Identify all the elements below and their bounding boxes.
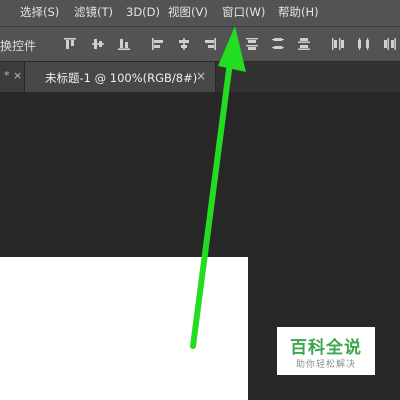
menu-filter[interactable]: 滤镜(T) — [74, 5, 113, 20]
transform-controls-label[interactable]: 换控件 — [0, 37, 36, 54]
distribute-horizontal-centers-icon[interactable] — [356, 36, 372, 52]
menu-window[interactable]: 窗口(W) — [222, 5, 265, 20]
align-horizontal-centers-icon[interactable] — [176, 36, 192, 52]
align-bottom-edges-icon[interactable] — [116, 36, 132, 52]
watermark-title: 百科全说 — [290, 338, 362, 358]
options-bar: 换控件 — [0, 27, 400, 62]
align-left-edges-icon[interactable] — [150, 36, 166, 52]
distribute-bottom-edges-icon[interactable] — [296, 36, 312, 52]
previous-tab-close-button[interactable]: * × — [4, 69, 22, 82]
menu-select[interactable]: 选择(S) — [20, 5, 59, 20]
document-canvas[interactable] — [0, 257, 248, 400]
distribute-left-edges-icon[interactable] — [330, 36, 346, 52]
menu-bar: 选择(S) 滤镜(T) 3D(D) 视图(V) 窗口(W) 帮助(H) — [0, 0, 400, 27]
menu-view[interactable]: 视图(V) — [168, 5, 208, 20]
distribute-vertical-centers-icon[interactable] — [270, 36, 286, 52]
watermark-logo: 百科全说 助你轻松解决 — [277, 327, 375, 375]
document-tab-title: 未标题-1 @ 100%(RGB/8#) — [45, 71, 198, 85]
active-document-tab[interactable]: 未标题-1 @ 100%(RGB/8#) × — [25, 62, 216, 92]
distribute-top-edges-icon[interactable] — [244, 36, 260, 52]
align-right-edges-icon[interactable] — [202, 36, 218, 52]
watermark-subtitle: 助你轻松解决 — [295, 360, 356, 370]
distribute-right-edges-icon[interactable] — [382, 36, 398, 52]
previous-document-tab[interactable]: * × — [0, 62, 25, 92]
tab-close-button[interactable]: × — [196, 69, 206, 83]
menu-help[interactable]: 帮助(H) — [278, 5, 319, 20]
align-vertical-centers-icon[interactable] — [90, 36, 106, 52]
menu-3d[interactable]: 3D(D) — [126, 5, 160, 20]
document-tab-bar: * × 未标题-1 @ 100%(RGB/8#) × — [0, 62, 400, 92]
align-top-edges-icon[interactable] — [62, 36, 78, 52]
